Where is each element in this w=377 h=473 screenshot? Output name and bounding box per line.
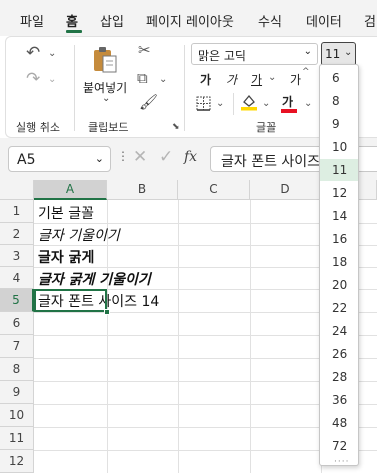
font-size-option-72[interactable]: 72 — [320, 435, 358, 457]
row-header-7[interactable]: 7 — [0, 335, 34, 358]
font-group-label: 글꼴 — [256, 121, 277, 134]
fill-color-dropdown-chevron-icon[interactable]: ⌄ — [262, 99, 270, 109]
font-size-option-12[interactable]: 12 — [320, 182, 358, 204]
cell-a3[interactable]: 글자 굵게 — [38, 247, 94, 267]
italic-button[interactable]: 가 — [226, 71, 237, 88]
font-size-option-6[interactable]: 6 — [320, 67, 358, 89]
ribbon-tabs: 파일 홈 삽입 페이지 레이아웃 수식 데이터 검 — [0, 0, 377, 36]
underline-dropdown-chevron-icon[interactable]: ⌄ — [268, 73, 276, 83]
font-size-option-28[interactable]: 28 — [320, 366, 358, 388]
bold-button[interactable]: 가 — [200, 71, 211, 88]
format-painter-icon[interactable]: 🖌 — [139, 95, 158, 110]
borders-icon[interactable] — [196, 96, 211, 111]
borders-dropdown-chevron-icon[interactable]: ⌄ — [216, 99, 224, 109]
tab-data[interactable]: 데이터 — [306, 11, 342, 30]
enter-check-icon[interactable]: ✓ — [159, 147, 173, 167]
select-all-corner[interactable] — [0, 180, 34, 200]
row-header-8[interactable]: 8 — [0, 358, 34, 381]
row-header-10[interactable]: 10 — [0, 404, 34, 427]
active-cell-border — [34, 289, 107, 312]
font-size-option-22[interactable]: 22 — [320, 297, 358, 319]
tab-home[interactable]: 홈 — [66, 11, 78, 30]
cell-a2[interactable]: 글자 기울이기 — [38, 225, 120, 245]
tab-page-layout[interactable]: 페이지 레이아웃 — [146, 11, 234, 30]
name-box[interactable]: A5 ⌄ — [8, 146, 111, 172]
font-size-option-11[interactable]: 11 — [320, 159, 358, 181]
font-color-swatch — [281, 109, 297, 113]
gridline — [250, 200, 251, 473]
row-header-9[interactable]: 9 — [0, 381, 34, 404]
font-size-chevron-icon: ⌄ — [344, 47, 353, 58]
increase-font-size-arrow-icon: ^ — [302, 67, 310, 77]
dropdown-resize-grip-icon[interactable]: ···· — [334, 457, 349, 467]
insert-function-icon[interactable]: fx — [184, 149, 197, 165]
name-box-value: A5 — [17, 152, 36, 168]
cell-a1[interactable]: 기본 글꼴 — [38, 203, 94, 223]
font-size-option-9[interactable]: 9 — [320, 113, 358, 135]
row-header-1[interactable]: 1 — [0, 200, 34, 223]
row-header-5[interactable]: 5 — [0, 289, 34, 312]
redo-dropdown-chevron-icon[interactable]: ⌄ — [48, 75, 56, 85]
clipboard-group-label: 클립보드 — [88, 121, 129, 134]
group-divider — [74, 45, 75, 131]
row-header-11[interactable]: 11 — [0, 427, 34, 450]
underline-button[interactable]: 가 — [251, 71, 262, 88]
tab-active-indicator — [66, 30, 82, 33]
paste-icon — [94, 47, 117, 73]
gridline — [178, 200, 179, 473]
copy-dropdown-chevron-icon[interactable]: ⌄ — [159, 75, 167, 85]
row-header-6[interactable]: 6 — [0, 312, 34, 335]
paste-dropdown-chevron-icon: ⌄ — [102, 93, 111, 104]
font-size-option-10[interactable]: 10 — [320, 136, 358, 158]
paste-button[interactable]: 붙여넣기 ⌄ — [79, 43, 131, 107]
column-header-d[interactable]: D — [250, 180, 321, 200]
tab-insert[interactable]: 삽입 — [100, 11, 124, 30]
font-size-option-16[interactable]: 16 — [320, 228, 358, 250]
increase-font-size-button[interactable]: 가 — [290, 71, 301, 88]
redo-icon[interactable]: ↷ — [26, 71, 40, 88]
font-size-option-14[interactable]: 14 — [320, 205, 358, 227]
divider — [233, 93, 234, 115]
font-color-dropdown-chevron-icon[interactable]: ⌄ — [304, 99, 312, 109]
font-size-dropdown: 6 8 9 10 11 12 14 16 18 20 22 24 26 28 3… — [319, 64, 359, 467]
font-size-option-18[interactable]: 18 — [320, 251, 358, 273]
tab-formulas[interactable]: 수식 — [258, 11, 282, 30]
font-size-select[interactable]: 11 ⌄ — [321, 42, 356, 66]
column-header-c[interactable]: C — [178, 180, 250, 200]
formula-bar-options-icon[interactable]: ⋮ — [117, 149, 129, 163]
font-size-option-24[interactable]: 24 — [320, 320, 358, 342]
font-name-chevron-icon: ⌄ — [303, 46, 312, 57]
group-divider — [184, 45, 185, 131]
row-header-3[interactable]: 3 — [0, 245, 34, 267]
tab-file[interactable]: 파일 — [20, 11, 44, 30]
undo-group-label: 실행 취소 — [16, 121, 60, 134]
font-size-option-8[interactable]: 8 — [320, 90, 358, 112]
cell-a4[interactable]: 글자 굵게 기울이기 — [38, 269, 151, 289]
row-header-4[interactable]: 4 — [0, 267, 34, 289]
font-color-button[interactable]: 가 — [282, 93, 293, 110]
undo-dropdown-chevron-icon[interactable]: ⌄ — [48, 49, 56, 59]
tab-review[interactable]: 검 — [364, 11, 376, 30]
undo-icon[interactable]: ↶ — [26, 45, 40, 62]
row-header-2[interactable]: 2 — [0, 223, 34, 245]
font-size-value: 11 — [325, 47, 341, 61]
name-box-chevron-icon: ⌄ — [94, 152, 104, 165]
column-header-b[interactable]: B — [107, 180, 178, 200]
column-header-a[interactable]: A — [34, 180, 107, 200]
row-header-12[interactable]: 12 — [0, 450, 34, 473]
font-size-option-26[interactable]: 26 — [320, 343, 358, 365]
fill-handle[interactable] — [104, 309, 110, 315]
cancel-icon[interactable]: ✕ — [133, 147, 147, 167]
font-size-option-48[interactable]: 48 — [320, 412, 358, 434]
font-name-select[interactable]: 맑은 고딕 ⌄ — [191, 43, 318, 65]
fill-color-icon[interactable] — [240, 93, 258, 111]
cut-icon[interactable]: ✂ — [138, 43, 151, 58]
font-size-option-36[interactable]: 36 — [320, 389, 358, 411]
copy-icon[interactable]: ⧉ — [137, 71, 148, 86]
font-size-option-20[interactable]: 20 — [320, 274, 358, 296]
font-name-value: 맑은 고딕 — [198, 49, 246, 63]
clipboard-launcher-icon[interactable]: ⬊ — [172, 123, 180, 132]
